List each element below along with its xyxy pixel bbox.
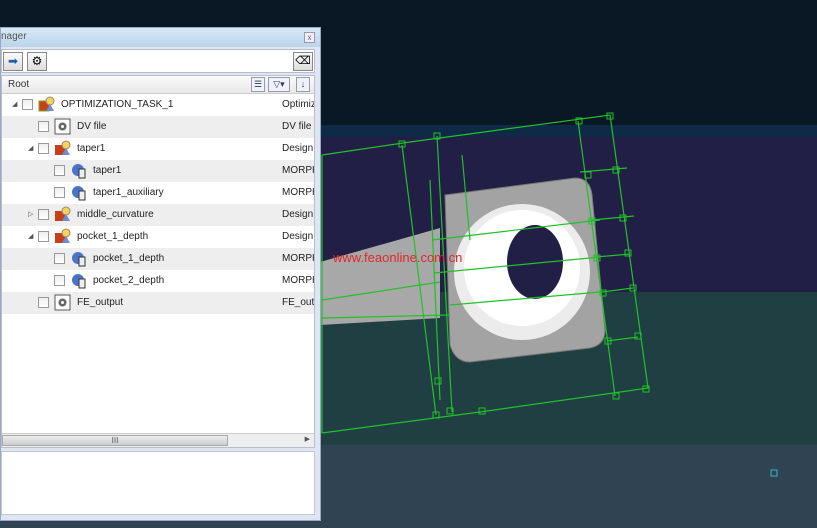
sort-button[interactable]: ☰ (251, 77, 265, 92)
sort-list-icon: ☰ (253, 79, 263, 89)
tree-row[interactable]: taper1 MORPH (2, 160, 314, 182)
collapse-icon[interactable]: ◢ (28, 232, 33, 240)
arrow-down-icon: ↓ (300, 79, 306, 89)
row-checkbox[interactable] (38, 297, 49, 308)
tree-header: Root ☰ ▽▾ ↓ (2, 76, 314, 94)
row-type: MORPH (282, 275, 314, 286)
run-button[interactable]: ➡ (3, 52, 23, 71)
eraser-icon: ⌫ (295, 55, 311, 67)
tree-row[interactable]: pocket_1_depth MORPH (2, 248, 314, 270)
tree-row[interactable]: taper1_auxiliary MORPH (2, 182, 314, 204)
gear-icon (54, 294, 72, 311)
gear-icon (54, 118, 72, 135)
row-label: taper1 (77, 143, 106, 154)
panel-title: nager (1, 31, 27, 42)
row-type: Design (282, 209, 314, 220)
close-panel-button[interactable]: x (304, 32, 315, 43)
row-label: DV file (77, 121, 107, 132)
row-checkbox[interactable] (22, 99, 33, 110)
horizontal-scrollbar[interactable]: III ▶ (2, 433, 314, 447)
move-down-button[interactable]: ↓ (296, 77, 310, 92)
morph-icon (70, 272, 88, 289)
row-type: FE_out (282, 297, 315, 308)
row-label: middle_curvature (77, 209, 154, 220)
optimization-manager-panel: nager x ➡ ⚙ ⌫ Root ☰ ▽▾ ↓ ◢ OPTIMIZATION_… (0, 27, 321, 521)
tree-row[interactable]: ◢ pocket_1_depth Design (2, 226, 314, 248)
row-label: FE_output (77, 297, 124, 308)
watermark-text: www.feaonline.com.cn (333, 250, 463, 265)
design-icon (54, 228, 72, 245)
tree-row[interactable]: pocket_2_depth MORPH (2, 270, 314, 292)
tree-row[interactable]: FE_output FE_out (2, 292, 314, 314)
row-label: pocket_1_depth (93, 253, 165, 264)
root-label: Root (8, 79, 30, 90)
morph-icon (70, 184, 88, 201)
filter-button[interactable]: ▽▾ (268, 77, 290, 92)
row-label: pocket_2_depth (93, 275, 165, 286)
row-type: Optimiz (282, 99, 315, 110)
morph-icon (70, 162, 88, 179)
design-icon (54, 140, 72, 157)
eraser-button[interactable]: ⌫ (293, 52, 313, 71)
scroll-right-icon[interactable]: ▶ (305, 435, 310, 443)
row-checkbox[interactable] (54, 187, 65, 198)
design-icon (54, 206, 72, 223)
settings-button[interactable]: ⚙ (27, 52, 47, 71)
row-checkbox[interactable] (54, 165, 65, 176)
row-type: MORPH (282, 187, 314, 198)
row-checkbox[interactable] (54, 253, 65, 264)
tree-view: Root ☰ ▽▾ ↓ ◢ OPTIMIZATION_TASK_1 Optimiz D… (1, 75, 315, 448)
row-type: MORPH (282, 165, 314, 176)
task-icon (38, 96, 56, 113)
details-pane (1, 451, 315, 515)
run-arrow-icon: ➡ (7, 54, 19, 68)
row-checkbox[interactable] (38, 209, 49, 220)
tree-row[interactable]: ◢ OPTIMIZATION_TASK_1 Optimiz (2, 94, 314, 116)
row-checkbox[interactable] (38, 231, 49, 242)
panel-titlebar[interactable]: nager x (1, 28, 320, 47)
row-label: OPTIMIZATION_TASK_1 (61, 99, 174, 110)
collapse-icon[interactable]: ◢ (12, 100, 17, 108)
row-type: Design (282, 143, 314, 154)
morph-icon (70, 250, 88, 267)
row-label: pocket_1_depth (77, 231, 149, 242)
row-label: taper1_auxiliary (93, 187, 164, 198)
row-label: taper1 (93, 165, 122, 176)
tree-row[interactable]: ◢ taper1 Design (2, 138, 314, 160)
gear-icon: ⚙ (31, 54, 43, 68)
collapse-icon[interactable]: ◢ (28, 144, 33, 152)
row-checkbox[interactable] (38, 143, 49, 154)
row-checkbox[interactable] (38, 121, 49, 132)
row-type: Design (282, 231, 314, 242)
tree-rows: ◢ OPTIMIZATION_TASK_1 Optimiz DV file DV fil… (2, 94, 314, 314)
panel-toolbar: ➡ ⚙ ⌫ (1, 49, 315, 73)
scrollbar-thumb[interactable]: III (2, 435, 228, 446)
tree-row[interactable]: ▷ middle_curvature Design (2, 204, 314, 226)
expand-icon[interactable]: ▷ (28, 210, 33, 218)
row-checkbox[interactable] (54, 275, 65, 286)
row-type: DV file (282, 121, 312, 132)
row-type: MORPH (282, 253, 314, 264)
tree-row[interactable]: DV file DV file (2, 116, 314, 138)
filter-icon: ▽▾ (273, 79, 285, 89)
